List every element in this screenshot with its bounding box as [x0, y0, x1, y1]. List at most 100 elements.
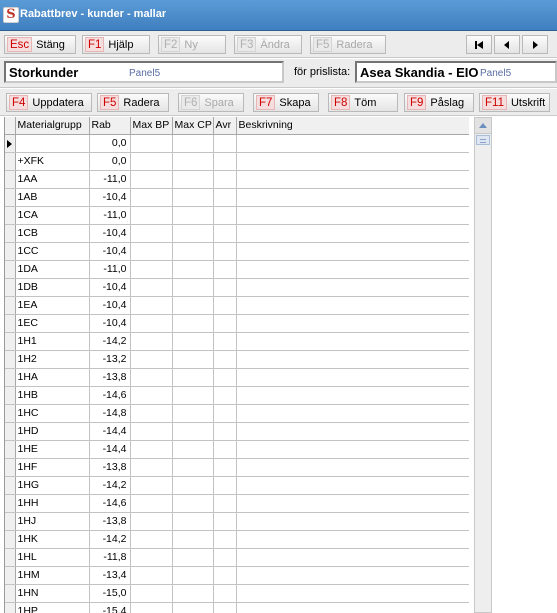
delete-button-top[interactable]: F5 Radera [310, 35, 386, 54]
cell-beskrivning[interactable] [236, 134, 469, 153]
cell-max-cp[interactable] [172, 584, 214, 603]
cell-beskrivning[interactable] [236, 368, 469, 387]
cell-avr[interactable] [213, 530, 237, 549]
cell-max-cp[interactable] [172, 530, 214, 549]
cell-rab[interactable]: -14,4 [89, 440, 131, 459]
cell-beskrivning[interactable] [236, 278, 469, 297]
cell-avr[interactable] [213, 278, 237, 297]
cell-materialgrupp[interactable]: 1HH [15, 494, 90, 513]
cell-beskrivning[interactable] [236, 440, 469, 459]
cell-max-cp[interactable] [172, 332, 214, 351]
table-row[interactable]: 1AA -11,0 [5, 170, 469, 189]
table-row[interactable]: 1HB -14,6 [5, 386, 469, 405]
cell-rab[interactable]: -15,4 [89, 602, 131, 613]
cell-beskrivning[interactable] [236, 260, 469, 279]
cell-rab[interactable]: -11,8 [89, 548, 131, 567]
cell-avr[interactable] [213, 350, 237, 369]
cell-avr[interactable] [213, 602, 237, 613]
cell-beskrivning[interactable] [236, 296, 469, 315]
column-header-materialgrupp[interactable]: Materialgrupp [15, 117, 90, 135]
cell-beskrivning[interactable] [236, 242, 469, 261]
cell-materialgrupp[interactable]: 1DA [15, 260, 90, 279]
table-row[interactable]: 1H1 -14,2 [5, 332, 469, 351]
table-row[interactable]: 1H2 -13,2 [5, 350, 469, 369]
cell-rab[interactable]: 0,0 [89, 134, 131, 153]
column-header-avr[interactable]: Avr [213, 117, 237, 135]
cell-beskrivning[interactable] [236, 224, 469, 243]
cell-max-bp[interactable] [130, 476, 173, 495]
cell-materialgrupp[interactable]: 1HA [15, 368, 90, 387]
cell-materialgrupp[interactable]: 1CB [15, 224, 90, 243]
cell-max-cp[interactable] [172, 476, 214, 495]
cell-max-bp[interactable] [130, 224, 173, 243]
cell-avr[interactable] [213, 494, 237, 513]
cell-rab[interactable]: -11,0 [89, 170, 131, 189]
cell-max-cp[interactable] [172, 422, 214, 441]
cell-max-bp[interactable] [130, 206, 173, 225]
cell-avr[interactable] [213, 512, 237, 531]
cell-max-bp[interactable] [130, 566, 173, 585]
table-row[interactable]: 1HH -14,6 [5, 494, 469, 513]
cell-materialgrupp[interactable]: 1CC [15, 242, 90, 261]
cell-rab[interactable]: 0,0 [89, 152, 131, 171]
markup-button[interactable]: F9 Påslag [404, 93, 474, 112]
cell-max-bp[interactable] [130, 314, 173, 333]
cell-max-cp[interactable] [172, 458, 214, 477]
cell-beskrivning[interactable] [236, 332, 469, 351]
cell-rab[interactable]: -13,2 [89, 350, 131, 369]
cell-max-cp[interactable] [172, 350, 214, 369]
cell-materialgrupp[interactable]: 1HL [15, 548, 90, 567]
cell-max-bp[interactable] [130, 548, 173, 567]
cell-rab[interactable]: -14,2 [89, 530, 131, 549]
table-row[interactable]: 1CA -11,0 [5, 206, 469, 225]
cell-max-cp[interactable] [172, 134, 214, 153]
cell-avr[interactable] [213, 188, 237, 207]
table-row[interactable]: 1HM -13,4 [5, 566, 469, 585]
cell-avr[interactable] [213, 476, 237, 495]
cell-avr[interactable] [213, 422, 237, 441]
cell-max-cp[interactable] [172, 548, 214, 567]
cell-rab[interactable]: -10,4 [89, 314, 131, 333]
cell-max-cp[interactable] [172, 152, 214, 171]
cell-materialgrupp[interactable]: +XFK [15, 152, 90, 171]
cell-rab[interactable]: -10,4 [89, 242, 131, 261]
cell-rab[interactable]: -10,4 [89, 224, 131, 243]
cell-materialgrupp[interactable] [15, 134, 90, 153]
cell-max-bp[interactable] [130, 368, 173, 387]
create-button[interactable]: F7 Skapa [253, 93, 319, 112]
cell-max-bp[interactable] [130, 170, 173, 189]
cell-rab[interactable]: -13,8 [89, 512, 131, 531]
cell-max-bp[interactable] [130, 386, 173, 405]
close-button[interactable]: Esc Stäng [4, 35, 76, 54]
cell-max-cp[interactable] [172, 440, 214, 459]
cell-max-cp[interactable] [172, 566, 214, 585]
table-row[interactable]: 1HP -15,4 [5, 602, 469, 613]
cell-avr[interactable] [213, 404, 237, 423]
cell-avr[interactable] [213, 170, 237, 189]
cell-max-cp[interactable] [172, 512, 214, 531]
help-button[interactable]: F1 Hjälp [82, 35, 150, 54]
clear-button[interactable]: F8 Töm [328, 93, 398, 112]
first-record-button[interactable] [466, 35, 492, 54]
cell-materialgrupp[interactable]: 1HM [15, 566, 90, 585]
cell-beskrivning[interactable] [236, 530, 469, 549]
cell-beskrivning[interactable] [236, 206, 469, 225]
cell-max-cp[interactable] [172, 404, 214, 423]
cell-max-bp[interactable] [130, 332, 173, 351]
cell-materialgrupp[interactable]: 1HD [15, 422, 90, 441]
cell-materialgrupp[interactable]: 1AB [15, 188, 90, 207]
cell-max-bp[interactable] [130, 602, 173, 613]
print-button[interactable]: F11 Utskrift [479, 93, 550, 112]
cell-rab[interactable]: -13,8 [89, 458, 131, 477]
scroll-thumb[interactable] [476, 135, 490, 145]
cell-beskrivning[interactable] [236, 404, 469, 423]
cell-materialgrupp[interactable]: 1HE [15, 440, 90, 459]
cell-avr[interactable] [213, 368, 237, 387]
cell-beskrivning[interactable] [236, 422, 469, 441]
cell-max-bp[interactable] [130, 494, 173, 513]
cell-beskrivning[interactable] [236, 350, 469, 369]
cell-beskrivning[interactable] [236, 476, 469, 495]
cell-beskrivning[interactable] [236, 386, 469, 405]
cell-max-bp[interactable] [130, 134, 173, 153]
cell-max-cp[interactable] [172, 170, 214, 189]
